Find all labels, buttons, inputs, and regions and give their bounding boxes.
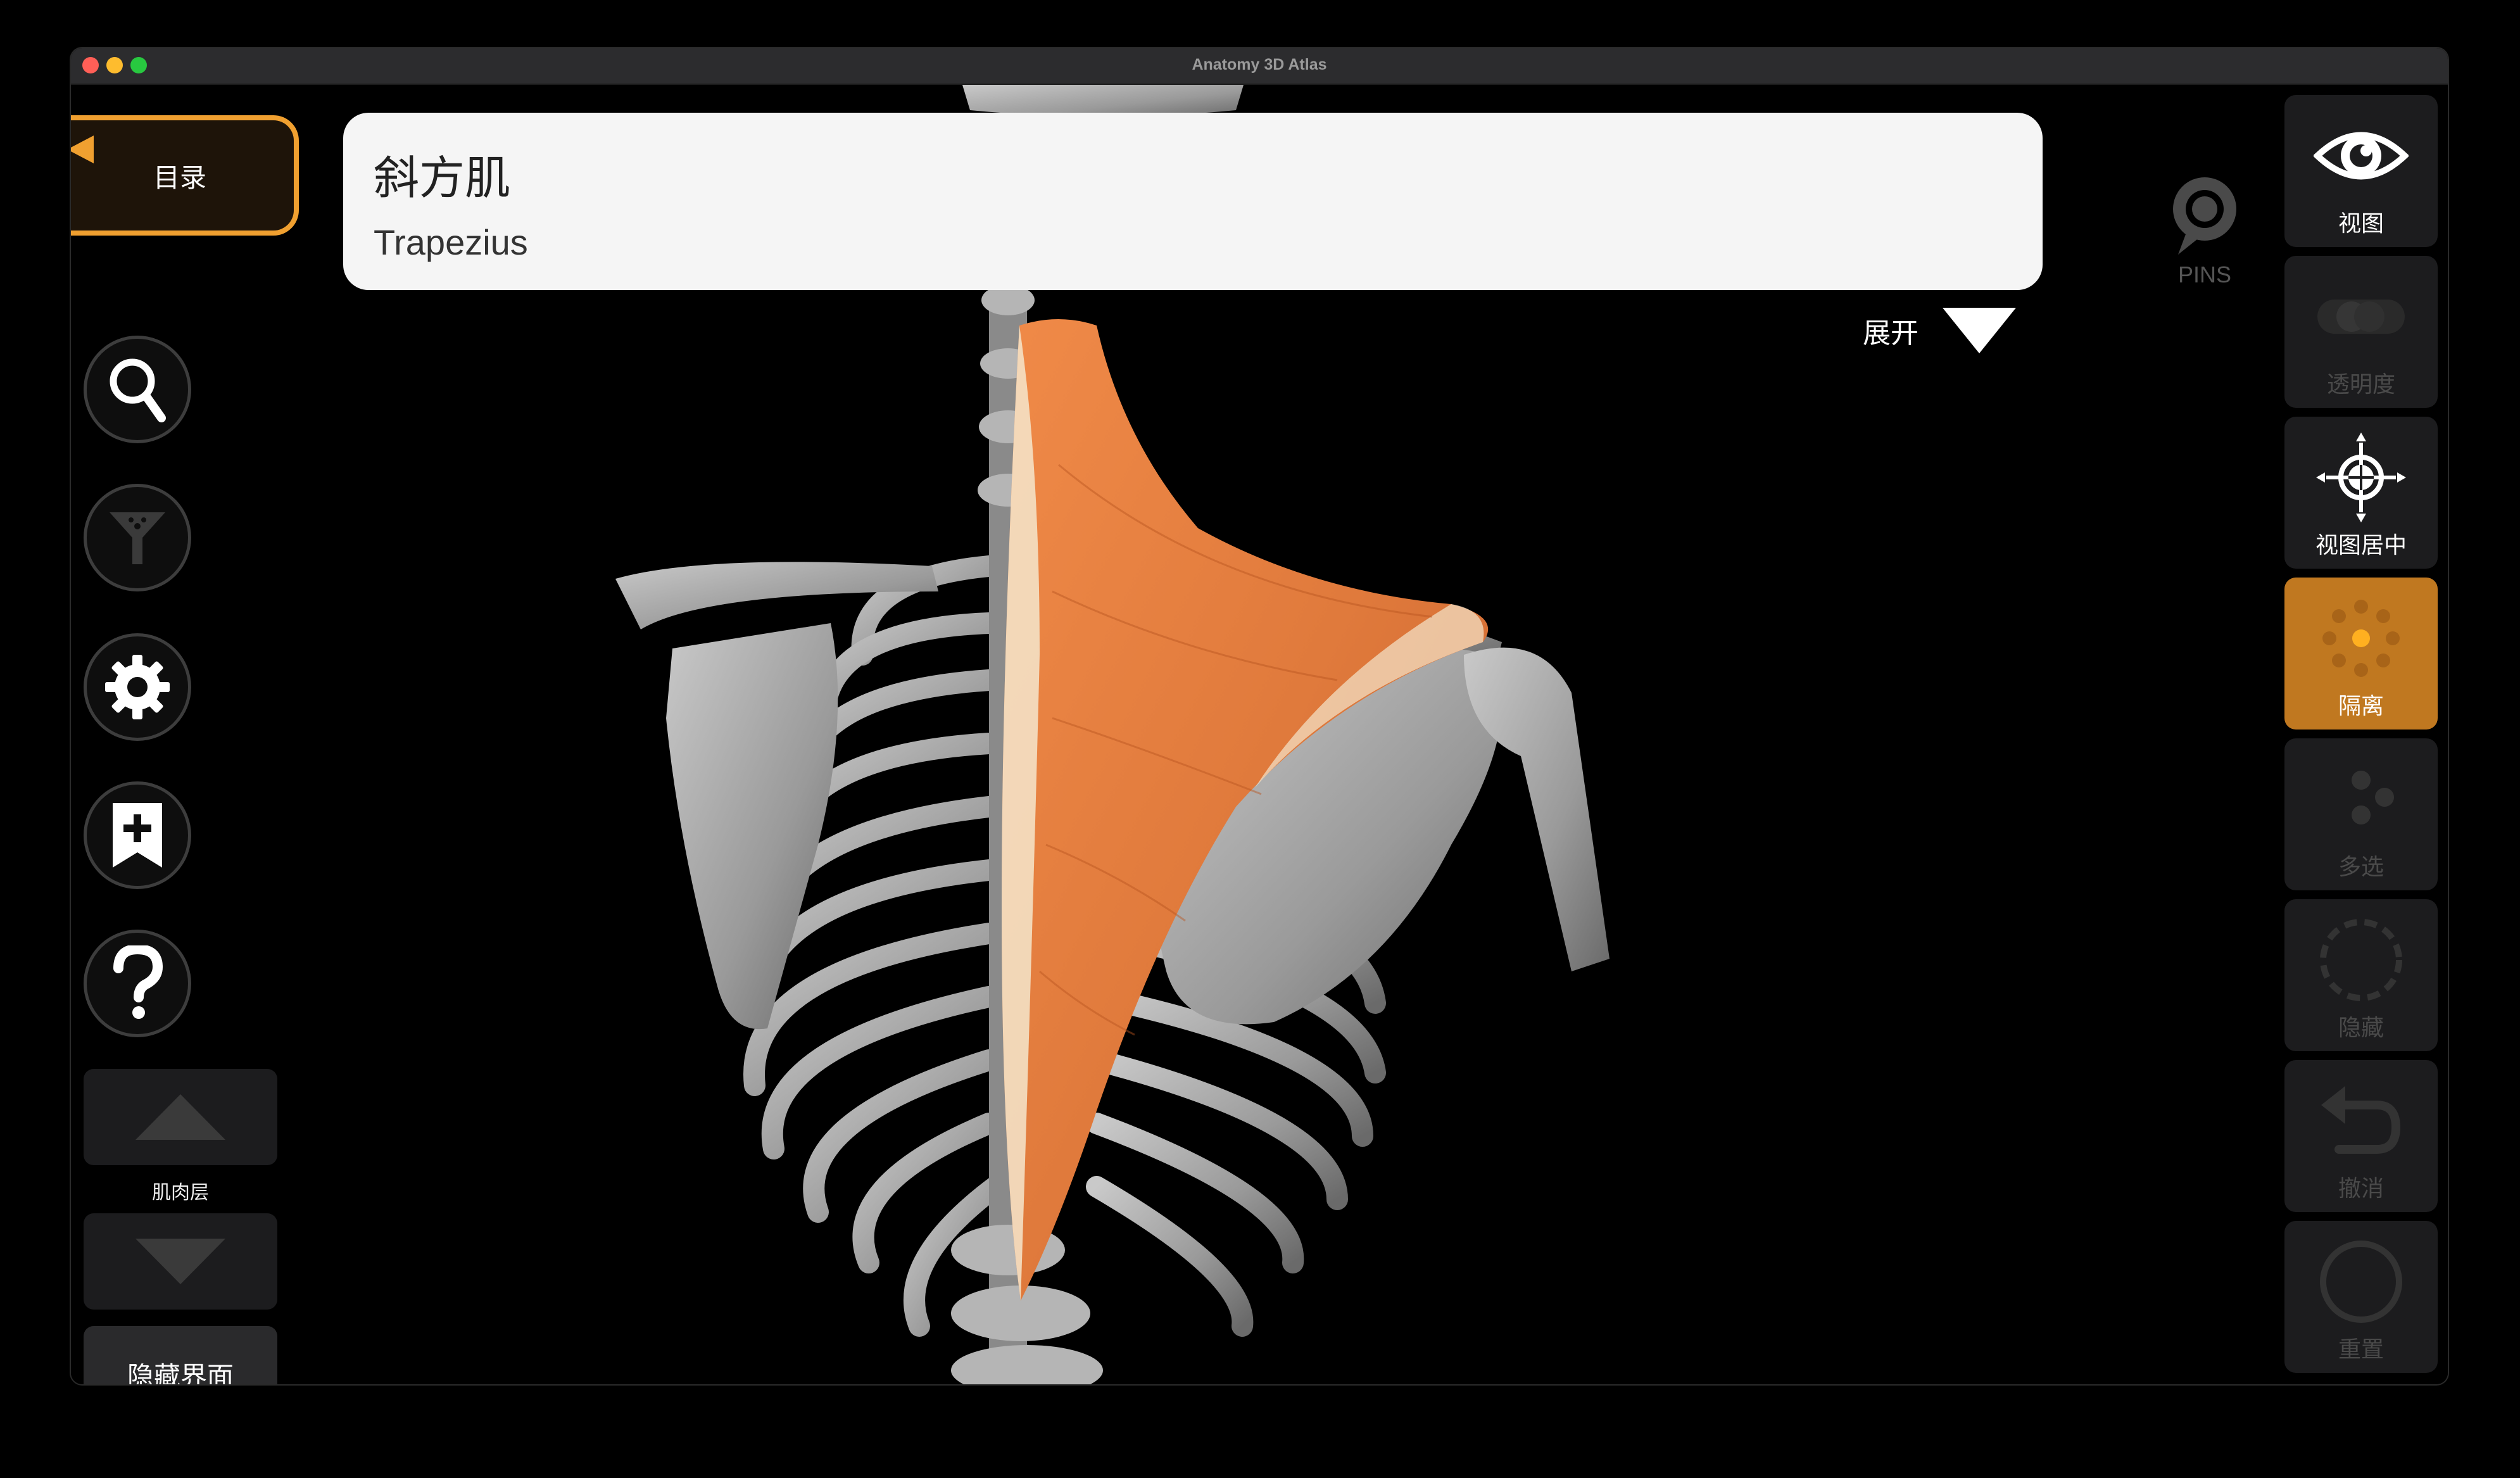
structure-info-panel[interactable]: 斜方肌 Trapezius [343,113,2043,290]
transparency-button[interactable]: 透明度 [2284,256,2438,408]
filter-button[interactable] [84,484,191,591]
reset-label: 重置 [2338,1337,2384,1363]
hide-icon [2320,919,2402,1001]
center-view-label: 视图居中 [2315,533,2407,559]
structure-name-en: Trapezius [374,222,528,262]
search-button[interactable] [84,336,191,443]
triangle-down-icon [135,1239,225,1284]
chevron-down-icon [1943,308,2016,353]
gear-icon [105,655,170,719]
layer-up-button[interactable] [84,1069,277,1165]
isolate-label: 隔离 [2338,693,2384,719]
layer-down-button[interactable] [84,1213,277,1310]
isolate-icon [2322,600,2400,677]
search-icon [110,358,166,422]
title-bar: Anatomy 3D Atlas [71,48,2448,85]
expand-button[interactable]: 展开 [1863,306,2017,355]
model-viewport[interactable]: 目录 肌肉层 隐藏界面 斜方肌 Trapezius 展开 PINS 视图 透明度… [71,85,2448,1384]
hide-ui-button[interactable]: 隐藏界面 [84,1326,277,1384]
undo-icon [2321,1086,2401,1154]
expand-label: 展开 [1863,317,1918,350]
undo-label: 撤消 [2338,1176,2384,1202]
undo-button[interactable]: 撤消 [2284,1060,2438,1212]
pin-icon [2173,177,2236,255]
hide-button[interactable]: 隐藏 [2284,899,2438,1051]
app-window: Anatomy 3D Atlas 目录 肌肉层 隐藏界面 斜方肌 Trapezi… [71,48,2448,1384]
bookmark-add-icon [113,803,162,868]
settings-button[interactable] [84,633,191,741]
view-button[interactable]: 视图 [2284,95,2438,247]
eye-icon [2314,132,2409,180]
view-label: 视图 [2338,211,2384,237]
menu-label: 目录 [153,161,206,193]
reset-button[interactable]: 重置 [2284,1221,2438,1373]
triangle-up-icon [135,1094,225,1140]
menu-button[interactable]: 目录 [71,115,299,236]
pins-label: PINS [2177,262,2232,287]
pins-button[interactable]: PINS [2160,174,2249,288]
center-view-button[interactable]: 视图居中 [2284,417,2438,569]
crosshair-icon [2316,433,2406,522]
layer-label: 肌肉层 [152,1182,209,1204]
help-button[interactable] [84,930,191,1037]
window-title: Anatomy 3D Atlas [1192,56,1327,73]
structure-name-zh: 斜方肌 [374,151,511,205]
multi-select-button[interactable]: 多选 [2284,738,2438,890]
multi-select-label: 多选 [2338,854,2384,880]
reset-icon [2320,1241,2402,1323]
back-arrow-icon [71,136,94,163]
filter-icon [110,512,165,564]
help-icon [113,945,163,1019]
bookmark-button[interactable] [84,781,191,889]
multi-select-icon [2352,771,2394,824]
transparency-label: 透明度 [2326,372,2395,398]
transparency-icon [2317,300,2405,334]
hide-label: 隐藏 [2338,1015,2384,1041]
isolate-button[interactable]: 隔离 [2284,578,2438,730]
